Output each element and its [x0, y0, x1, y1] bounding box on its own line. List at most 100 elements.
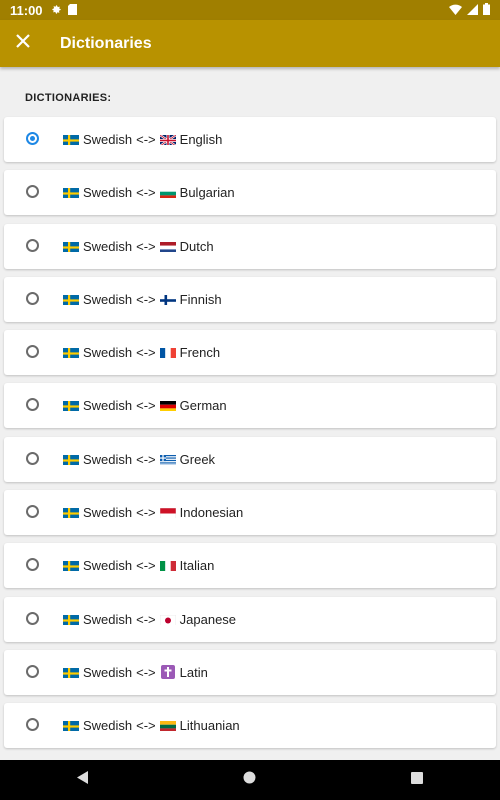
close-button[interactable]	[0, 21, 46, 67]
swedish-flag-icon	[63, 560, 79, 572]
source-language: Swedish	[83, 345, 133, 361]
radio-button[interactable]	[26, 664, 39, 678]
target-language: Italian	[179, 558, 215, 574]
recents-square-icon	[410, 771, 423, 789]
target-language: Latin	[179, 664, 208, 680]
swedish-flag-icon	[63, 454, 79, 465]
dictionary-item-latin[interactable]: Swedish <-> Latin	[4, 649, 496, 695]
home-circle-icon	[243, 771, 256, 789]
dictionary-item-lithuanian[interactable]: Swedish <-> Lithuanian	[4, 703, 496, 749]
dictionary-item-japanese[interactable]: Swedish <-> Japanese	[4, 596, 496, 642]
target-language: Indonesian	[179, 505, 244, 521]
swedish-flag-icon	[63, 241, 79, 252]
status-bar: 11:00	[0, 0, 500, 20]
radio-button[interactable]	[26, 718, 39, 732]
close-icon	[16, 34, 30, 53]
lithuanian-flag-icon	[159, 720, 176, 732]
source-language: Swedish	[83, 451, 133, 467]
source-language: Swedish	[83, 505, 133, 521]
dictionary-item-finnish[interactable]: Swedish <-> Finnish	[4, 276, 496, 322]
radio-button[interactable]	[26, 345, 39, 359]
dictionary-item-german[interactable]: Swedish <-> German	[4, 383, 496, 429]
swedish-flag-icon	[63, 507, 79, 519]
dictionary-label: Swedish <-> Finnish	[63, 292, 222, 307]
dictionary-item-indonesian[interactable]: Swedish <-> Indonesian	[4, 490, 496, 536]
target-language: Bulgarian	[179, 185, 235, 201]
radio-button[interactable]	[26, 238, 39, 252]
greek-flag-icon	[159, 454, 176, 465]
radio-button-selected[interactable]	[26, 132, 39, 145]
target-language: English	[179, 132, 223, 147]
section-header: DICTIONARIES:	[25, 92, 112, 104]
radio-button[interactable]	[26, 451, 39, 465]
radio-button[interactable]	[26, 185, 39, 199]
recents-button[interactable]	[397, 760, 437, 800]
language-separator: <->	[136, 398, 156, 414]
swedish-flag-icon	[63, 720, 79, 732]
swedish-flag-icon	[63, 400, 79, 412]
swedish-flag-icon	[63, 667, 79, 678]
source-language: Swedish	[83, 291, 133, 307]
source-language: Swedish	[83, 664, 133, 680]
language-separator: <->	[136, 611, 156, 627]
english-flag-icon	[159, 134, 176, 145]
language-separator: <->	[136, 291, 156, 307]
wifi-icon	[449, 3, 462, 18]
italian-flag-icon	[159, 560, 176, 572]
dictionary-label: Swedish <-> Japanese	[63, 612, 236, 627]
status-time: 11:00	[10, 2, 43, 18]
source-language: Swedish	[83, 238, 133, 254]
language-separator: <->	[136, 238, 156, 254]
dictionary-item-english[interactable]: Swedish <-> English	[4, 117, 496, 162]
radio-button[interactable]	[26, 291, 39, 305]
dictionary-label: Swedish <-> Latin	[63, 665, 208, 680]
sd-card-icon	[67, 3, 77, 18]
dictionary-label: Swedish <-> Bulgarian	[63, 185, 235, 200]
target-language: Lithuanian	[179, 718, 240, 734]
target-language: French	[179, 345, 221, 361]
settings-gear-icon	[51, 3, 62, 18]
swedish-flag-icon	[63, 614, 79, 625]
back-triangle-icon	[77, 771, 89, 789]
cellular-signal-icon	[467, 3, 478, 18]
bulgarian-flag-icon	[159, 187, 176, 199]
language-separator: <->	[136, 185, 156, 201]
app-bar: Dictionaries	[0, 20, 500, 67]
dictionary-list: Swedish <-> English Swedish <-> Bulgarian Swed…	[4, 117, 496, 757]
french-flag-icon	[159, 347, 176, 359]
source-language: Swedish	[83, 185, 133, 201]
radio-button[interactable]	[26, 398, 39, 412]
dictionary-item-italian[interactable]: Swedish <-> Italian	[4, 543, 496, 589]
radio-button[interactable]	[26, 558, 39, 572]
home-button[interactable]	[230, 760, 270, 800]
finnish-flag-icon	[159, 294, 176, 305]
dictionary-label: Swedish <-> Italian	[63, 558, 214, 573]
swedish-flag-icon	[63, 294, 79, 305]
battery-icon	[483, 2, 490, 18]
dictionary-item-french[interactable]: Swedish <-> French	[4, 330, 496, 376]
back-button[interactable]	[63, 760, 103, 800]
swedish-flag-icon	[63, 187, 79, 199]
page-title: Dictionaries	[60, 34, 152, 52]
language-separator: <->	[136, 451, 156, 467]
dictionary-item-dutch[interactable]: Swedish <-> Dutch	[4, 223, 496, 269]
language-separator: <->	[136, 558, 156, 574]
dictionary-label: Swedish <-> Greek	[63, 452, 215, 467]
navigation-bar	[0, 760, 500, 800]
dictionary-item-bulgarian[interactable]: Swedish <-> Bulgarian	[4, 170, 496, 216]
target-language: Finnish	[179, 291, 222, 307]
radio-button[interactable]	[26, 505, 39, 519]
swedish-flag-icon	[63, 134, 79, 145]
language-separator: <->	[136, 132, 156, 147]
dictionary-item-greek[interactable]: Swedish <-> Greek	[4, 436, 496, 482]
target-language: Greek	[179, 451, 216, 467]
swedish-flag-icon	[63, 347, 79, 359]
dictionary-label: Swedish <-> Indonesian	[63, 505, 243, 520]
source-language: Swedish	[83, 611, 133, 627]
dictionary-label: Swedish <-> Lithuanian	[63, 718, 240, 733]
dictionary-label: Swedish <-> English	[63, 132, 222, 147]
dictionary-label: Swedish <-> French	[63, 345, 220, 360]
source-language: Swedish	[83, 558, 133, 574]
radio-button[interactable]	[26, 611, 39, 625]
language-separator: <->	[136, 718, 156, 734]
